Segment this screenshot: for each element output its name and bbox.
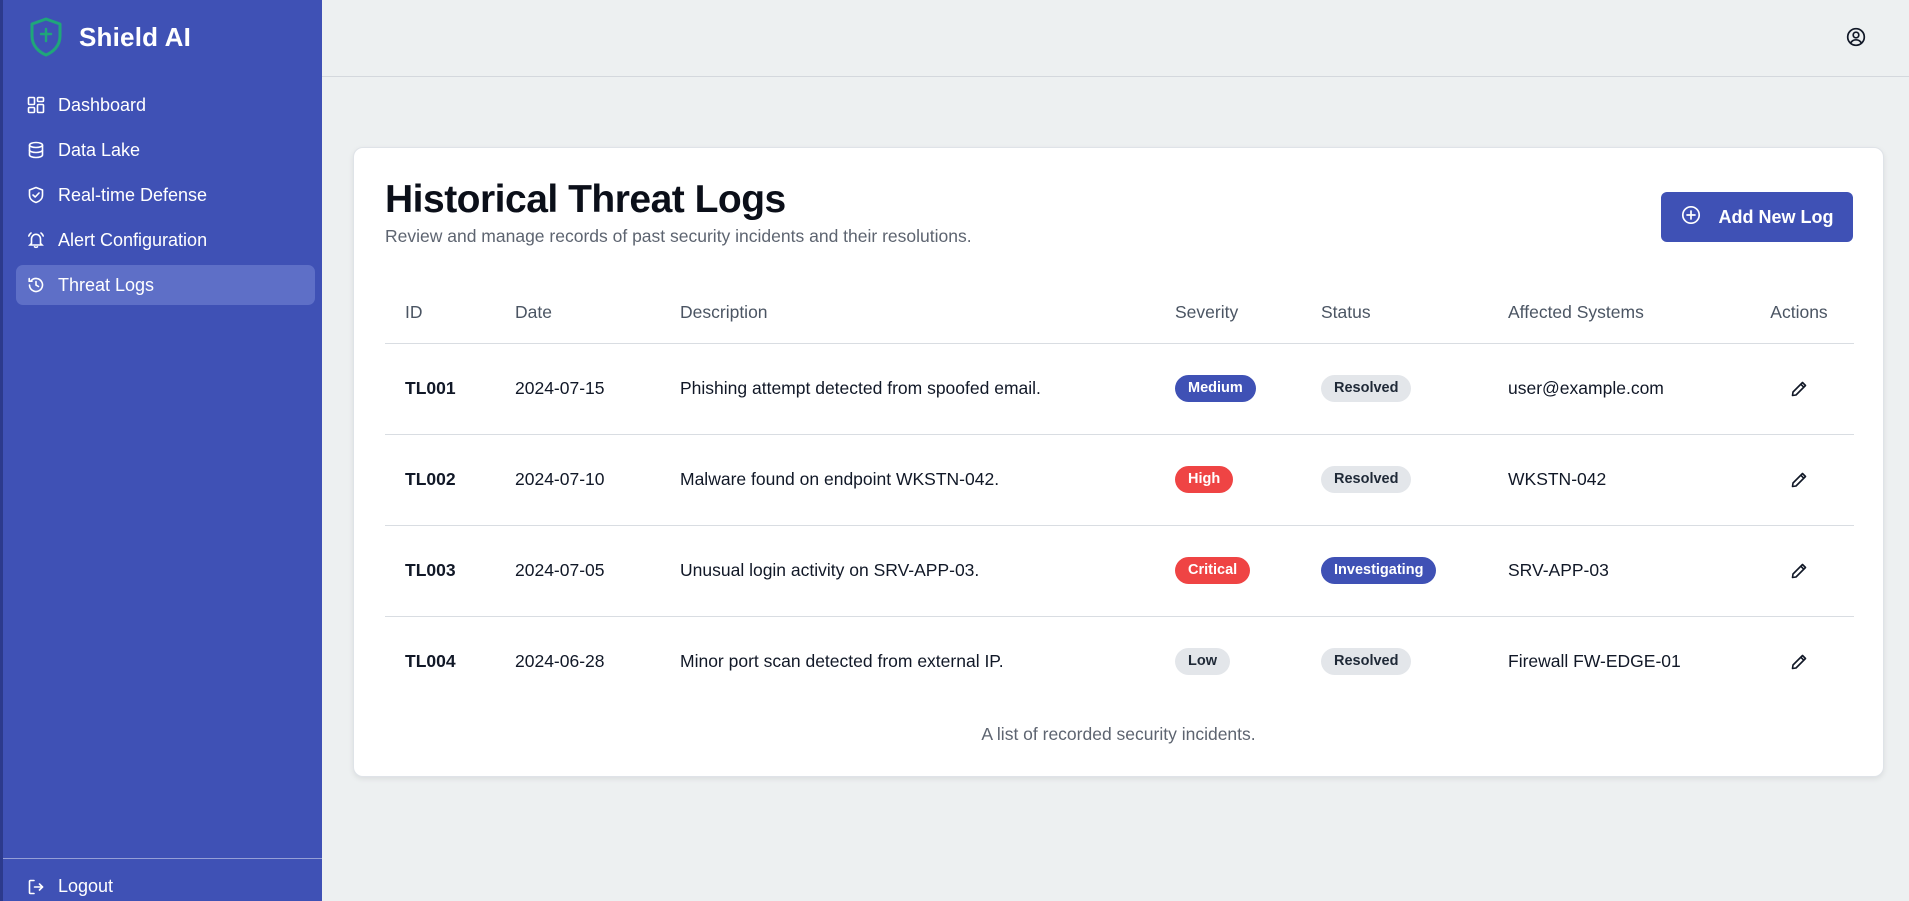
brand-name: Shield AI	[79, 21, 192, 52]
column-header-affected-systems[interactable]: Affected Systems	[1488, 283, 1744, 344]
sidebar-item-dashboard[interactable]: Dashboard	[16, 85, 315, 125]
column-header-status[interactable]: Status	[1301, 283, 1488, 344]
cell-date: 2024-07-10	[495, 434, 660, 526]
sidebar-item-label: Dashboard	[58, 94, 147, 115]
column-header-actions: Actions	[1744, 283, 1854, 344]
cell-status: Resolved	[1301, 434, 1488, 526]
table-row[interactable]: TL004 2024-06-28 Minor port scan detecte…	[385, 616, 1854, 707]
sidebar-item-label: Threat Logs	[58, 274, 155, 295]
cell-severity: High	[1155, 434, 1301, 526]
cell-actions	[1744, 616, 1854, 707]
brand[interactable]: Shield AI	[27, 14, 191, 60]
sidebar-item-threat-logs[interactable]: Threat Logs	[16, 265, 315, 305]
top-bar	[322, 0, 1909, 77]
cell-actions	[1744, 343, 1854, 435]
cell-severity: Low	[1155, 616, 1301, 707]
cell-severity: Critical	[1155, 525, 1301, 617]
column-header-severity[interactable]: Severity	[1155, 283, 1301, 344]
cell-id: TL001	[385, 343, 495, 435]
cell-id: TL004	[405, 651, 456, 672]
threat-logs-table: ID Date Description Severity Status Affe…	[385, 283, 1854, 707]
edit-pencil-icon[interactable]	[1785, 466, 1813, 494]
logout-label: Logout	[58, 876, 114, 896]
status-badge: Resolved	[1321, 375, 1412, 402]
cell-severity: Medium	[1155, 343, 1301, 435]
database-icon	[26, 140, 46, 160]
column-header-description[interactable]: Description	[660, 283, 1155, 344]
edit-pencil-icon[interactable]	[1785, 557, 1813, 585]
threat-logs-card: Historical Threat Logs Review and manage…	[353, 147, 1884, 777]
user-circle-icon[interactable]	[1845, 26, 1867, 48]
cell-id: TL002	[385, 434, 495, 526]
column-header-date[interactable]: Date	[495, 283, 660, 344]
table-caption: A list of recorded security incidents.	[981, 724, 1256, 744]
table-row[interactable]: TL001 2024-07-15 Phishing attempt detect…	[385, 343, 1854, 435]
table-row[interactable]: TL003 2024-07-05 Unusual login activity …	[385, 525, 1854, 617]
sidebar-divider	[3, 858, 322, 859]
cell-status: Resolved	[1301, 343, 1488, 435]
severity-badge: Low	[1175, 648, 1230, 676]
sidebar-nav: Dashboard Data Lake Real-time Defense Al…	[16, 85, 315, 310]
severity-badge: Medium	[1175, 375, 1256, 402]
plus-circle-icon	[1681, 205, 1701, 230]
history-icon	[26, 275, 46, 295]
sidebar-item-label: Alert Configuration	[58, 229, 208, 250]
cell-date: 2024-07-15	[495, 343, 660, 435]
sidebar-item-label: Data Lake	[58, 139, 141, 160]
sidebar-item-data-lake[interactable]: Data Lake	[16, 130, 315, 170]
shield-check-icon	[26, 185, 46, 205]
column-header-id[interactable]: ID	[385, 283, 495, 344]
sidebar: Shield AI Dashboard Data Lake Real-time …	[0, 0, 322, 901]
logout-button[interactable]: Logout	[26, 876, 113, 897]
dashboard-grid-icon	[26, 95, 46, 115]
cell-actions	[1744, 525, 1854, 617]
cell-affected-systems: WKSTN-042	[1488, 434, 1744, 526]
cell-affected-systems: Firewall FW-EDGE-01	[1508, 651, 1681, 672]
severity-badge: High	[1175, 466, 1234, 493]
shield-icon	[27, 15, 65, 59]
cell-affected-systems: user@example.com	[1488, 343, 1744, 435]
sidebar-item-real-time-defense[interactable]: Real-time Defense	[16, 175, 315, 215]
status-badge: Resolved	[1321, 648, 1412, 676]
cell-date: 2024-07-05	[495, 525, 660, 617]
severity-badge: Critical	[1175, 557, 1251, 584]
cell-description: Malware found on endpoint WKSTN-042.	[660, 434, 1155, 526]
bell-icon	[26, 230, 46, 250]
cell-date: 2024-06-28	[515, 651, 605, 672]
cell-description: Minor port scan detected from external I…	[680, 651, 1004, 672]
edit-pencil-icon[interactable]	[1785, 648, 1813, 676]
cell-description: Phishing attempt detected from spoofed e…	[660, 343, 1155, 435]
cell-status: Investigating	[1301, 525, 1488, 617]
cell-description: Unusual login activity on SRV-APP-03.	[660, 525, 1155, 617]
add-new-log-label: Add New Log	[1718, 206, 1834, 227]
status-badge: Investigating	[1321, 557, 1437, 584]
edit-pencil-icon[interactable]	[1785, 375, 1813, 403]
add-new-log-button[interactable]: Add New Log	[1661, 192, 1853, 242]
sidebar-item-label: Real-time Defense	[58, 184, 208, 205]
page-title: Historical Threat Logs	[385, 178, 786, 221]
cell-id: TL003	[385, 525, 495, 617]
page-subtitle: Review and manage records of past securi…	[385, 226, 972, 246]
sidebar-item-alert-configuration[interactable]: Alert Configuration	[16, 220, 315, 260]
logout-icon	[26, 877, 46, 897]
table-header-row: ID Date Description Severity Status Affe…	[385, 283, 1854, 344]
cell-status: Resolved	[1301, 616, 1488, 707]
status-badge: Resolved	[1321, 466, 1412, 493]
cell-affected-systems: SRV-APP-03	[1488, 525, 1744, 617]
table-row[interactable]: TL002 2024-07-10 Malware found on endpoi…	[385, 434, 1854, 526]
cell-actions	[1744, 434, 1854, 526]
